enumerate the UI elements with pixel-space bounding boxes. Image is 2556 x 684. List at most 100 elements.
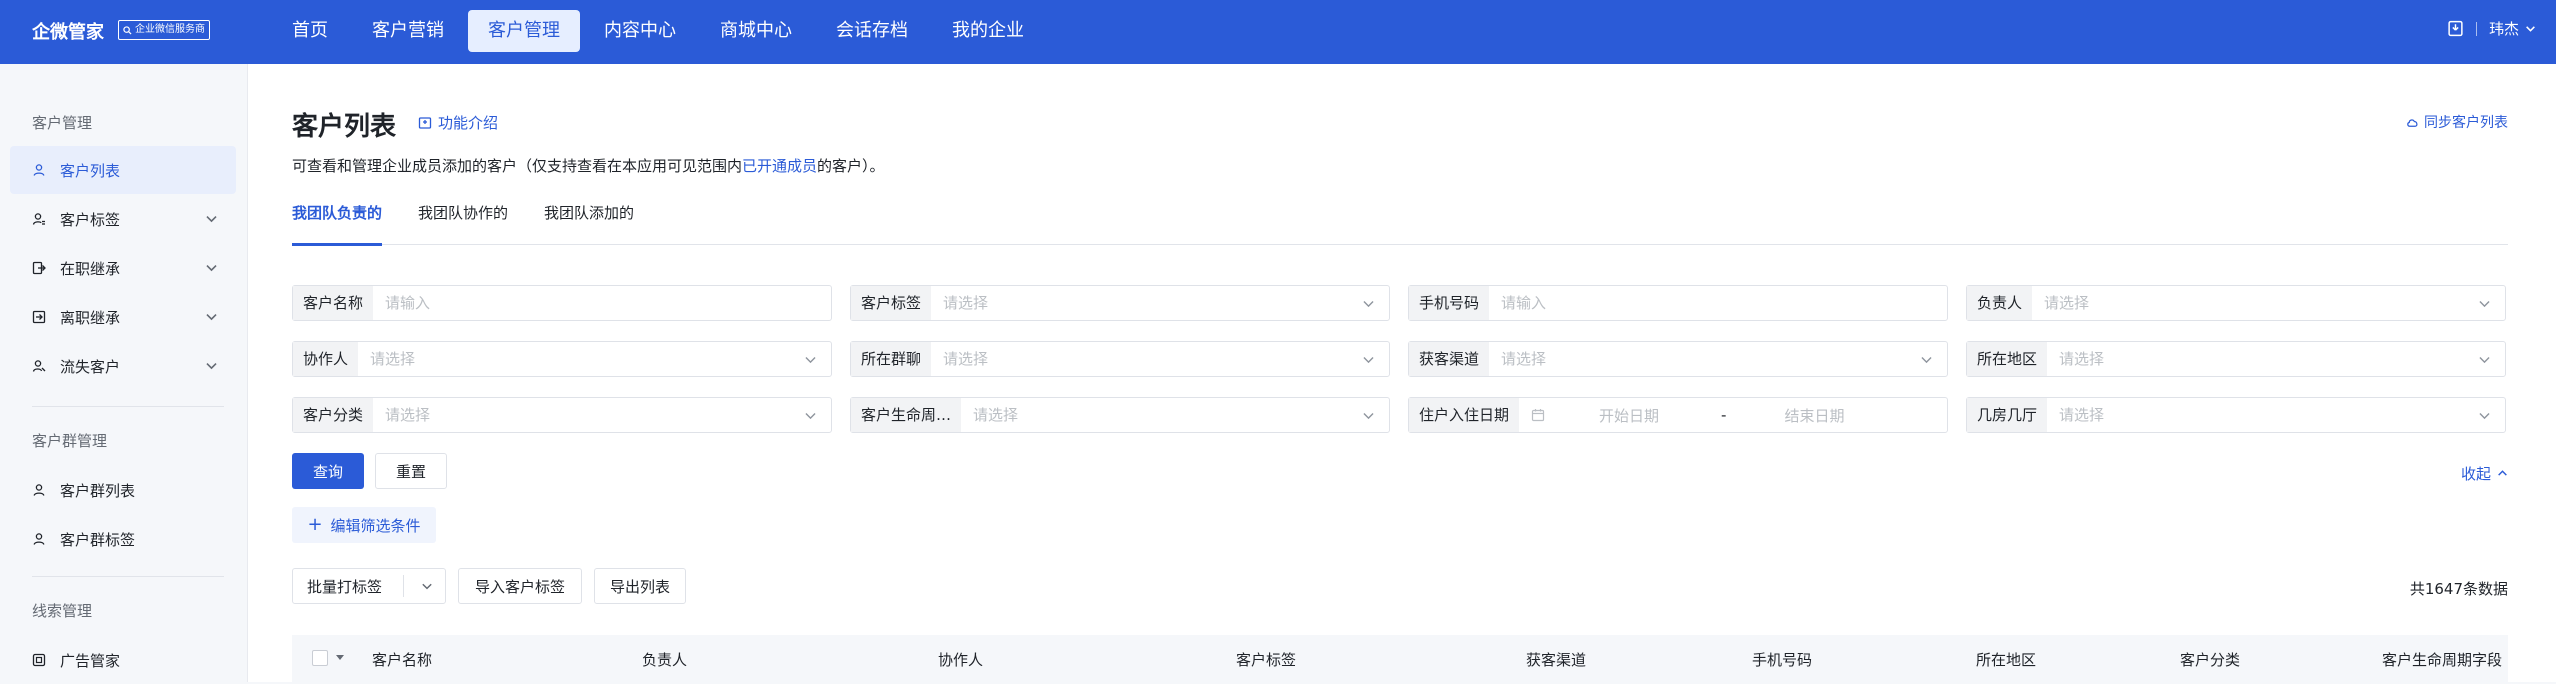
end-date-input[interactable]: 结束日期 bbox=[1784, 405, 1844, 426]
batch-tag-dropdown[interactable]: 批量打标签 bbox=[292, 568, 446, 604]
desc-text-before: 可查看和管理企业成员添加的客户（仅支持查看在本应用可见范围内 bbox=[292, 157, 743, 175]
filter-region[interactable]: 所在地区 请选择 bbox=[1966, 341, 2506, 377]
filter-label: 协作人 bbox=[293, 342, 359, 376]
customer-name-input[interactable] bbox=[373, 286, 831, 320]
filter-label: 客户生命周… bbox=[851, 398, 962, 432]
edit-filters-label: 编辑筛选条件 bbox=[330, 516, 421, 535]
nav-session-archive[interactable]: 会话存档 bbox=[816, 10, 928, 52]
ad-icon bbox=[32, 653, 46, 667]
team-tabs: 我团队负责的 我团队协作的 我团队添加的 bbox=[292, 201, 2508, 246]
filter-label: 客户名称 bbox=[293, 286, 374, 320]
filter-category[interactable]: 客户分类 请选择 bbox=[292, 397, 832, 433]
query-button[interactable]: 查询 bbox=[292, 453, 364, 489]
filter-group-chat[interactable]: 所在群聊 请选择 bbox=[850, 341, 1390, 377]
filter-label: 住户入住日期 bbox=[1409, 398, 1520, 432]
nav-customer-marketing[interactable]: 客户营销 bbox=[352, 10, 464, 52]
sidebar-item-group-list[interactable]: 客户群列表 bbox=[10, 466, 236, 514]
chevron-down-icon bbox=[206, 215, 217, 223]
column-header: 客户名称 bbox=[372, 651, 433, 669]
tab-team-added[interactable]: 我团队添加的 bbox=[544, 201, 634, 245]
select-all-checkbox[interactable] bbox=[312, 650, 328, 666]
region-select[interactable]: 请选择 bbox=[2047, 342, 2478, 376]
filter-label: 几房几厅 bbox=[1967, 398, 2048, 432]
sidebar-item-label: 客户列表 bbox=[60, 161, 121, 180]
desc-text-after: 的客户）。 bbox=[817, 157, 885, 175]
brand-name[interactable]: 企微管家 bbox=[32, 18, 104, 44]
resign-icon bbox=[32, 310, 46, 324]
feature-intro-link[interactable]: 功能介绍 bbox=[418, 112, 498, 133]
user-icon bbox=[32, 163, 46, 177]
top-right-area: 玮杰 bbox=[2447, 18, 2536, 39]
activated-members-link[interactable]: 已开通成员 bbox=[742, 157, 817, 175]
filter-label: 手机号码 bbox=[1409, 286, 1490, 320]
chevron-down-icon bbox=[422, 583, 432, 590]
sidebar-item-onjob-transfer[interactable]: 在职继承 bbox=[10, 244, 236, 292]
tab-team-owned[interactable]: 我团队负责的 bbox=[292, 201, 383, 246]
sync-customer-list-link[interactable]: 同步客户列表 bbox=[2406, 112, 2508, 132]
nav-mall-center[interactable]: 商城中心 bbox=[700, 10, 812, 52]
category-select[interactable]: 请选择 bbox=[373, 398, 804, 432]
filter-collaborator[interactable]: 协作人 请选择 bbox=[292, 341, 832, 377]
sidebar-divider bbox=[32, 406, 224, 407]
filter-label: 客户分类 bbox=[293, 398, 374, 432]
filter-owner[interactable]: 负责人 请选择 bbox=[1966, 285, 2506, 321]
chevron-down-icon bbox=[206, 313, 217, 321]
sidebar: 客户管理 客户列表 客户标签 在职继承 离职继承 流失客户 客户群管理 客户群列… bbox=[0, 64, 248, 682]
chevron-down-icon bbox=[206, 362, 217, 370]
document-icon[interactable] bbox=[2447, 20, 2464, 37]
customer-tag-select[interactable]: 请选择 bbox=[931, 286, 1362, 320]
filter-label: 所在地区 bbox=[1967, 342, 2048, 376]
filter-channel[interactable]: 获客渠道 请选择 bbox=[1408, 341, 1948, 377]
column-header: 获客渠道 bbox=[1526, 651, 1587, 669]
top-separator bbox=[2475, 21, 2477, 36]
group-chat-select[interactable]: 请选择 bbox=[931, 342, 1362, 376]
chevron-down-icon bbox=[1921, 356, 1932, 363]
sidebar-item-customer-tags[interactable]: 客户标签 bbox=[10, 195, 236, 243]
filter-phone: 手机号码 bbox=[1408, 285, 1948, 321]
sidebar-item-ad-manager[interactable]: 广告管家 bbox=[10, 636, 236, 684]
channel-select[interactable]: 请选择 bbox=[1489, 342, 1920, 376]
nav-content-center[interactable]: 内容中心 bbox=[584, 10, 696, 52]
filter-checkin-date[interactable]: 住户入住日期 开始日期 - 结束日期 bbox=[1408, 397, 1948, 433]
collaborator-select[interactable]: 请选择 bbox=[358, 342, 804, 376]
filter-label: 获客渠道 bbox=[1409, 342, 1490, 376]
nav-home[interactable]: 首页 bbox=[272, 10, 348, 52]
user-menu[interactable]: 玮杰 bbox=[2489, 18, 2536, 39]
sidebar-item-group-tags[interactable]: 客户群标签 bbox=[10, 515, 236, 563]
sync-link-label: 同步客户列表 bbox=[2424, 115, 2508, 131]
filter-label: 负责人 bbox=[1967, 286, 2033, 320]
sidebar-item-label: 广告管家 bbox=[60, 651, 121, 670]
sidebar-item-resign-transfer[interactable]: 离职继承 bbox=[10, 293, 236, 341]
sidebar-item-label: 离职继承 bbox=[60, 308, 121, 327]
lifecycle-select[interactable]: 请选择 bbox=[961, 398, 1362, 432]
filter-rooms[interactable]: 几房几厅 请选择 bbox=[1966, 397, 2506, 433]
owner-select[interactable]: 请选择 bbox=[2032, 286, 2478, 320]
rooms-select[interactable]: 请选择 bbox=[2047, 398, 2478, 432]
plus-icon: + bbox=[307, 514, 323, 535]
filter-customer-tag[interactable]: 客户标签 请选择 bbox=[850, 285, 1390, 321]
book-icon bbox=[418, 116, 432, 129]
cloud-icon bbox=[2407, 118, 2418, 127]
collapse-filters-toggle[interactable]: 收起 bbox=[2461, 463, 2508, 484]
chevron-down-icon bbox=[805, 356, 816, 363]
caret-down-icon[interactable] bbox=[336, 655, 344, 661]
phone-input[interactable] bbox=[1489, 286, 1947, 320]
badge-text: 企业微信服务商 bbox=[135, 24, 205, 35]
edit-filters-button[interactable]: + 编辑筛选条件 bbox=[292, 507, 436, 543]
export-list-button[interactable]: 导出列表 bbox=[594, 568, 686, 604]
sidebar-item-label: 流失客户 bbox=[60, 357, 121, 376]
reset-button[interactable]: 重置 bbox=[375, 453, 447, 489]
filter-label: 所在群聊 bbox=[851, 342, 932, 376]
tab-team-collaborated[interactable]: 我团队协作的 bbox=[418, 201, 508, 245]
filter-lifecycle[interactable]: 客户生命周… 请选择 bbox=[850, 397, 1390, 433]
start-date-input[interactable]: 开始日期 bbox=[1599, 405, 1659, 426]
nav-customer-management[interactable]: 客户管理 bbox=[468, 10, 580, 52]
dropdown-divider bbox=[403, 575, 404, 597]
import-tags-button[interactable]: 导入客户标签 bbox=[458, 568, 582, 604]
main-content: 客户列表 功能介绍 同步客户列表 可查看和管理企业成员添加的客户（仅支持查看在本… bbox=[248, 64, 2556, 682]
nav-my-enterprise[interactable]: 我的企业 bbox=[932, 10, 1044, 52]
sidebar-item-customer-list[interactable]: 客户列表 bbox=[10, 146, 236, 194]
sidebar-item-lost-customers[interactable]: 流失客户 bbox=[10, 342, 236, 390]
sidebar-item-label: 在职继承 bbox=[60, 259, 121, 278]
total-count: 共1647条数据 bbox=[2409, 580, 2508, 598]
